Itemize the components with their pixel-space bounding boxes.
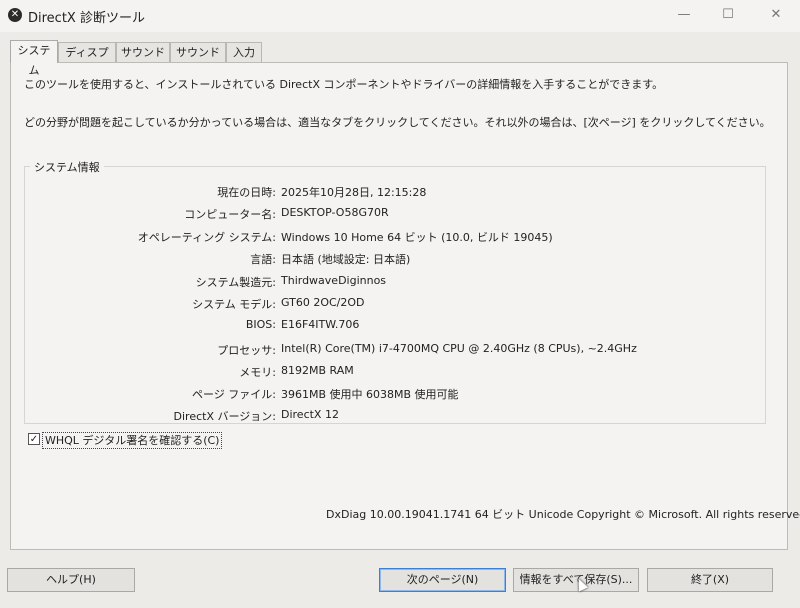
tab-input[interactable]: 入力 <box>226 42 262 62</box>
value-computer-name: DESKTOP-O58G70R <box>281 206 389 219</box>
value-directx-version: DirectX 12 <box>281 408 339 421</box>
label-model: システム モデル: <box>192 298 276 311</box>
system-info-title: システム情報 <box>30 159 104 175</box>
label-bios: BIOS: <box>245 318 276 331</box>
label-page-file: ページ ファイル: <box>192 388 276 401</box>
value-datetime: 2025年10月28日, 12:15:28 <box>281 186 427 199</box>
value-processor: Intel(R) Core(TM) i7-4700MQ CPU @ 2.40GH… <box>281 342 637 355</box>
label-datetime: 現在の日時: <box>217 186 276 199</box>
directx-icon: ✕ <box>8 8 22 22</box>
value-page-file: 3961MB 使用中 6038MB 使用可能 <box>281 388 459 401</box>
label-memory: メモリ: <box>239 366 276 379</box>
window-title: DirectX 診断ツール <box>28 11 145 26</box>
intro-text-2: どの分野が問題を起こしているか分かっている場合は、適当なタブをクリックしてくださ… <box>24 116 771 129</box>
next-page-button[interactable]: 次のページ(N) <box>379 568 506 592</box>
label-manufacturer: システム製造元: <box>195 276 276 289</box>
help-button[interactable]: ヘルプ(H) <box>7 568 135 592</box>
exit-button[interactable]: 終了(X) <box>647 568 773 592</box>
value-model: GT60 2OC/2OD <box>281 296 365 309</box>
version-copyright-text: DxDiag 10.00.19041.1741 64 ビット Unicode C… <box>326 508 800 521</box>
value-memory: 8192MB RAM <box>281 364 354 377</box>
value-language: 日本語 (地域設定: 日本語) <box>281 253 411 266</box>
tab-sound-2[interactable]: サウンド 2 <box>170 42 226 79</box>
label-directx-version: DirectX バージョン: <box>173 410 276 423</box>
tab-display[interactable]: ディスプレイ <box>58 42 116 79</box>
value-bios: E16F4ITW.706 <box>281 318 360 331</box>
value-os: Windows 10 Home 64 ビット (10.0, ビルド 19045) <box>281 231 553 244</box>
whql-checkbox[interactable]: ✓ <box>28 433 40 445</box>
label-language: 言語: <box>250 253 276 266</box>
label-processor: プロセッサ: <box>217 344 276 357</box>
whql-checkbox-label[interactable]: WHQL デジタル署名を確認する(C) <box>42 432 223 449</box>
tab-system[interactable]: システム <box>10 40 58 77</box>
intro-text-1: このツールを使用すると、インストールされている DirectX コンポーネントや… <box>24 78 664 91</box>
close-icon[interactable]: ✕ <box>762 4 790 26</box>
title-bar: ✕ DirectX 診断ツール — ☐ ✕ <box>0 0 800 32</box>
tab-sound-1[interactable]: サウンド 1 <box>116 42 170 79</box>
value-manufacturer: ThirdwaveDiginnos <box>281 274 387 287</box>
label-computer-name: コンピューター名: <box>184 208 276 221</box>
maximize-icon[interactable]: ☐ <box>714 4 742 26</box>
minimize-icon[interactable]: — <box>670 4 698 26</box>
label-os: オペレーティング システム: <box>137 231 276 244</box>
